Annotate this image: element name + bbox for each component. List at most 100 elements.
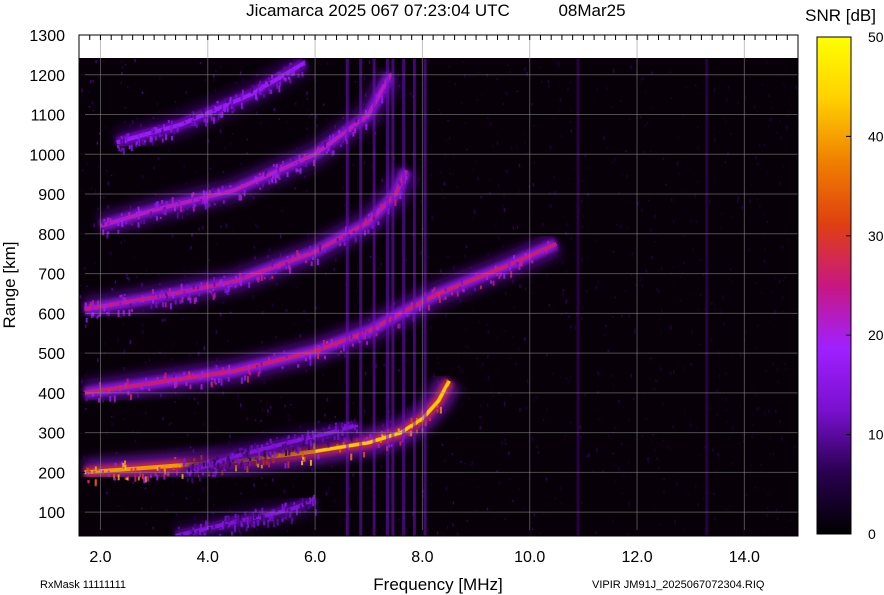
noise-speck: [141, 91, 144, 94]
noise-speck: [596, 239, 598, 242]
echo-speck: [334, 425, 337, 433]
echo-speck: [267, 461, 270, 468]
echo-speck: [223, 468, 226, 472]
noise-speck: [741, 81, 744, 85]
noise-speck: [83, 267, 86, 269]
noise-speck: [367, 486, 369, 490]
noise-speck: [430, 161, 432, 164]
echo-speck: [188, 288, 191, 294]
echo-speck: [239, 447, 242, 451]
echo-speck: [96, 300, 99, 308]
noise-speck: [771, 291, 773, 294]
echo-speck: [380, 93, 383, 100]
noise-speck: [483, 378, 486, 380]
noise-speck: [394, 448, 397, 452]
noise-speck: [681, 189, 684, 194]
noise-speck: [789, 110, 791, 115]
echo-speck: [240, 195, 243, 201]
noise-speck: [452, 156, 455, 159]
noise-speck: [449, 173, 452, 175]
noise-speck: [570, 129, 573, 133]
noise-speck: [628, 501, 630, 506]
colorbar-tick-label: 0: [868, 526, 876, 542]
noise-speck: [653, 241, 656, 243]
echo-speck: [304, 357, 307, 362]
noise-speck: [604, 324, 607, 328]
echo-speck: [370, 212, 373, 217]
noise-speck: [306, 91, 308, 96]
noise-speck: [523, 132, 526, 135]
noise-speck: [92, 79, 94, 83]
echo-speck: [231, 453, 234, 458]
noise-speck: [81, 88, 83, 93]
noise-speck: [623, 474, 625, 477]
noise-speck: [553, 190, 555, 194]
echo-speck: [229, 462, 232, 467]
echo-speck: [193, 297, 196, 304]
noise-speck: [464, 122, 467, 124]
noise-speck: [293, 467, 296, 471]
noise-speck: [381, 184, 384, 187]
echo-speck: [332, 134, 335, 140]
noise-speck: [629, 166, 631, 168]
echo-speck: [155, 302, 158, 308]
echo-speck: [331, 145, 334, 151]
noise-speck: [126, 277, 129, 280]
noise-speck: [649, 228, 652, 232]
noise-speck: [231, 228, 234, 233]
noise-speck: [628, 460, 630, 464]
echo-speck: [135, 298, 138, 301]
noise-speck: [209, 167, 212, 170]
echo-speck: [297, 364, 300, 368]
noise-speck: [329, 271, 331, 273]
noise-speck: [709, 406, 711, 411]
echo-speck: [229, 185, 232, 188]
echo-speck: [219, 280, 222, 284]
noise-speck: [703, 497, 705, 500]
echo-speck: [236, 517, 239, 523]
echo-speck: [148, 388, 151, 392]
echo-speck: [260, 274, 263, 281]
echo-speck: [181, 296, 184, 303]
echo-speck: [229, 453, 232, 457]
echo-speck: [246, 466, 249, 473]
echo-speck: [202, 462, 205, 467]
echo-speck: [328, 135, 331, 141]
noise-speck: [779, 279, 781, 282]
noise-speck: [772, 169, 774, 173]
echo-speck: [125, 384, 128, 389]
echo-speck: [377, 322, 380, 328]
echo-speck: [149, 211, 152, 218]
echo-speck: [189, 384, 192, 390]
noise-speck: [106, 491, 108, 494]
noise-speck: [696, 220, 698, 223]
noise-speck: [474, 159, 476, 164]
noise-speck: [465, 245, 468, 248]
echo-speck: [195, 532, 198, 536]
noise-speck: [582, 306, 584, 309]
echo-speck: [433, 287, 436, 292]
noise-speck: [286, 530, 289, 532]
noise-speck: [698, 343, 701, 345]
echo-speck: [209, 290, 212, 293]
noise-speck: [115, 451, 118, 455]
echo-speck: [127, 133, 130, 139]
noise-speck: [486, 116, 489, 120]
noise-speck: [209, 172, 212, 176]
noise-speck: [328, 486, 330, 491]
noise-speck: [612, 452, 614, 455]
noise-speck: [612, 70, 615, 74]
echo-speck: [250, 445, 253, 451]
echo-speck: [120, 213, 123, 217]
y-tick-label: 1200: [29, 68, 65, 85]
noise-speck: [438, 109, 440, 111]
noise-speck: [480, 404, 482, 408]
noise-speck: [760, 292, 763, 294]
echo-speck: [188, 124, 191, 128]
noise-speck: [364, 160, 366, 165]
noise-speck: [354, 80, 357, 83]
noise-speck: [225, 406, 228, 409]
noise-speck: [468, 397, 471, 400]
noise-speck: [124, 121, 126, 123]
y-tick-label: 900: [38, 187, 65, 204]
